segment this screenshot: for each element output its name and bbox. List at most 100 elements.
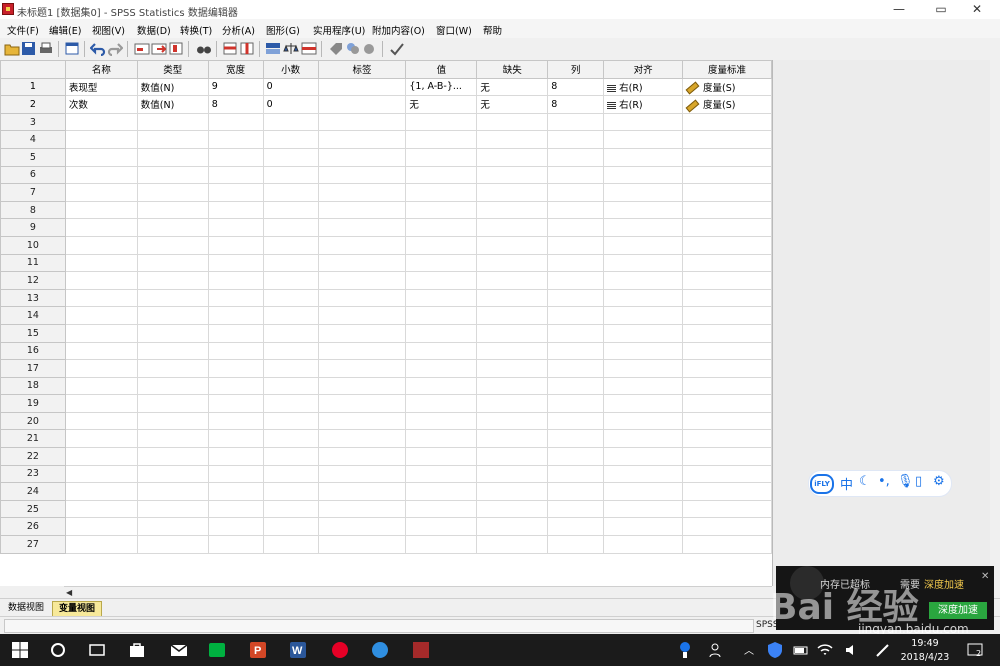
empty-cell[interactable] [317,517,407,537]
empty-cell[interactable] [64,429,138,449]
empty-cell[interactable] [603,411,684,431]
row-number[interactable]: 22 [0,447,66,466]
empty-cell[interactable] [262,253,319,273]
empty-cell[interactable] [207,200,264,220]
empty-cell[interactable] [405,359,478,378]
empty-cell[interactable] [547,130,605,149]
empty-cell[interactable] [603,517,684,537]
empty-cell[interactable] [682,411,772,431]
empty-cell[interactable] [136,147,209,167]
empty-cell[interactable] [682,447,772,466]
vertical-scrollbar[interactable] [990,60,1000,586]
empty-cell[interactable] [64,323,138,343]
empty-cell[interactable] [603,147,684,167]
empty-cell[interactable] [262,341,319,361]
empty-cell[interactable] [317,147,407,167]
empty-cell[interactable] [207,535,264,554]
cell-label[interactable] [317,95,407,114]
empty-cell[interactable] [207,517,264,537]
netease-music-icon[interactable] [331,641,349,659]
clock-time[interactable]: 19:49 [904,638,946,649]
empty-cell[interactable] [682,112,772,132]
row-number[interactable]: 17 [0,359,66,378]
mail-icon[interactable] [170,641,188,659]
empty-cell[interactable] [682,306,772,325]
empty-cell[interactable] [405,147,478,167]
battery-icon[interactable] [792,641,810,659]
row-number[interactable]: 21 [0,429,66,449]
cell-width[interactable]: 8 [207,95,264,114]
row-number[interactable]: 16 [0,341,66,361]
menu-view[interactable]: 视图(V) [92,23,125,37]
empty-cell[interactable] [262,288,319,308]
empty-cell[interactable] [682,499,772,519]
empty-cell[interactable] [603,323,684,343]
empty-cell[interactable] [547,112,605,132]
cell-missing[interactable]: 无 [476,95,549,114]
empty-cell[interactable] [603,464,684,484]
wifi-icon[interactable] [816,641,834,659]
empty-cell[interactable] [405,376,478,396]
empty-cell[interactable] [603,429,684,449]
empty-cell[interactable] [207,411,264,431]
empty-cell[interactable] [136,112,209,132]
empty-cell[interactable] [64,411,138,431]
empty-cell[interactable] [317,429,407,449]
empty-cell[interactable] [547,359,605,378]
empty-cell[interactable] [682,517,772,537]
empty-cell[interactable] [262,429,319,449]
menu-data[interactable]: 数据(D) [137,23,171,37]
empty-cell[interactable] [64,464,138,484]
empty-cell[interactable] [136,411,209,431]
empty-cell[interactable] [64,359,138,378]
empty-cell[interactable] [207,271,264,290]
empty-cell[interactable] [547,447,605,466]
empty-cell[interactable] [476,306,549,325]
empty-cell[interactable] [207,253,264,273]
cell-type[interactable]: 数值(N) [136,77,209,97]
empty-cell[interactable] [476,341,549,361]
empty-cell[interactable] [64,288,138,308]
empty-cell[interactable] [136,499,209,519]
popup-close-icon[interactable]: ✕ [981,571,989,582]
select-cases-icon[interactable] [301,41,317,56]
empty-cell[interactable] [64,200,138,220]
menu-help[interactable]: 帮助 [483,23,502,37]
empty-cell[interactable] [64,253,138,273]
empty-cell[interactable] [317,271,407,290]
empty-cell[interactable] [476,288,549,308]
empty-cell[interactable] [603,165,684,185]
ifly-logo[interactable]: iFLY [810,474,834,494]
cell-values[interactable]: 无 [405,95,478,114]
empty-cell[interactable] [547,288,605,308]
row-number[interactable]: 3 [0,112,66,132]
empty-cell[interactable] [405,323,478,343]
keyboard-icon[interactable]: ▯ [915,474,922,489]
row-number[interactable]: 25 [0,499,66,519]
menu-utilities[interactable]: 实用程序(U) [313,23,365,37]
empty-cell[interactable] [405,464,478,484]
empty-cell[interactable] [405,183,478,202]
print-icon[interactable] [38,41,54,56]
empty-cell[interactable] [682,341,772,361]
empty-cell[interactable] [405,200,478,220]
empty-cell[interactable] [262,535,319,554]
column-header-name[interactable]: 名称 [64,60,138,79]
empty-cell[interactable] [405,429,478,449]
empty-cell[interactable] [682,535,772,554]
cell-name[interactable]: 次数 [64,95,138,114]
empty-cell[interactable] [136,183,209,202]
powerpoint-icon[interactable]: P [249,641,267,659]
empty-cell[interactable] [262,359,319,378]
clock-date[interactable]: 2018/4/23 [898,652,952,663]
row-number[interactable]: 23 [0,464,66,484]
row-number[interactable]: 26 [0,517,66,537]
security-shield-icon[interactable] [766,641,784,659]
empty-cell[interactable] [603,341,684,361]
empty-cell[interactable] [317,253,407,273]
column-header-decimals[interactable]: 小数 [262,60,319,79]
empty-cell[interactable] [547,165,605,185]
empty-cell[interactable] [317,535,407,554]
empty-cell[interactable] [682,147,772,167]
empty-cell[interactable] [136,323,209,343]
